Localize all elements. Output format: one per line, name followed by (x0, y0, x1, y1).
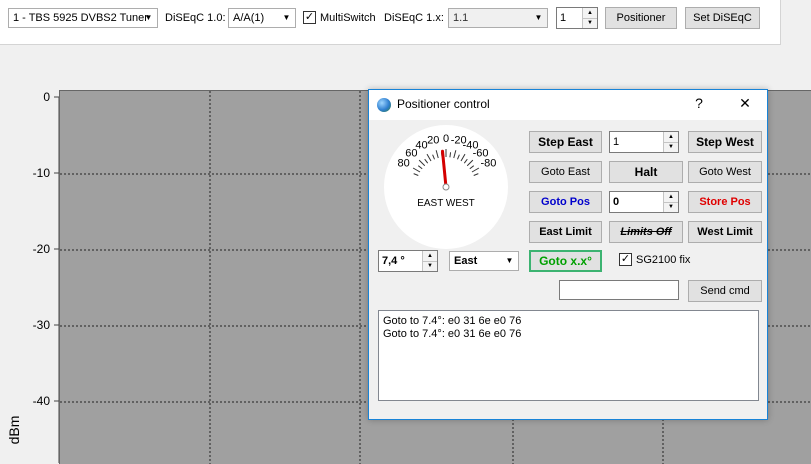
store-pos-button[interactable]: Store Pos (688, 191, 762, 213)
spin-up-icon[interactable]: ▲ (664, 132, 678, 142)
gauge-caption: EAST WEST (417, 198, 475, 209)
diseqc10-select[interactable]: A/A(1) ▼ (228, 8, 296, 28)
y-axis-label: dBm (6, 415, 22, 445)
positioner-dialog: Positioner control ? ✕ 80 60 40 20 0 -20… (368, 89, 768, 420)
spin-up-icon[interactable]: ▲ (583, 8, 597, 18)
toolbar: 1 - TBS 5925 DVBS2 Tuner ▼ DiSEqC 1.0: A… (0, 0, 781, 45)
chevron-down-icon: ▼ (534, 13, 543, 22)
diseqc1x-select-value: 1.1 (453, 12, 469, 24)
position-value: 0 (613, 196, 620, 208)
west-limit-button[interactable]: West Limit (688, 221, 762, 243)
y-axis: 0 -10 -20 -30 -40 (0, 90, 50, 463)
spin-up-icon[interactable]: ▲ (664, 192, 678, 202)
diseqc1x-spinner[interactable]: 1 ▲ ▼ (556, 7, 598, 29)
angle-value: 7,4 ° (382, 255, 405, 267)
gauge-label: -80 (480, 158, 496, 170)
y-tick: -20 (32, 242, 50, 256)
goto-pos-button[interactable]: Goto Pos (529, 191, 602, 213)
multiswitch-label: MultiSwitch (320, 12, 376, 24)
sg2100-label: SG2100 fix (636, 254, 691, 266)
positioner-button[interactable]: Positioner (605, 7, 677, 29)
chevron-down-icon: ▼ (505, 256, 514, 265)
gauge-pivot (442, 183, 450, 191)
spin-down-icon[interactable]: ▼ (423, 261, 437, 271)
log-line: Goto to 7.4°: e0 31 6e e0 76 (383, 328, 522, 340)
position-gauge: 80 60 40 20 0 -20 -40 -60 -80 EAST WEST (383, 124, 509, 250)
y-tick: -10 (32, 166, 50, 180)
send-cmd-button[interactable]: Send cmd (688, 280, 762, 302)
y-tick: -40 (32, 394, 50, 408)
y-tick: -30 (32, 318, 50, 332)
help-button[interactable]: ? (689, 95, 709, 111)
diseqc1x-label: DiSEqC 1.x: (384, 12, 444, 24)
close-button[interactable]: ✕ (735, 95, 755, 112)
multiswitch-checkbox[interactable]: ✓ (303, 11, 316, 24)
y-tick: 0 (43, 90, 50, 104)
limits-off-button[interactable]: Limits Off (609, 221, 683, 243)
halt-button[interactable]: Halt (609, 161, 683, 183)
goto-east-button[interactable]: Goto East (529, 161, 602, 183)
diseqc1x-select[interactable]: 1.1 ▼ (448, 8, 548, 28)
spin-down-icon[interactable]: ▼ (583, 18, 597, 28)
diseqc10-label: DiSEqC 1.0: (165, 12, 226, 24)
gauge-label: 20 (427, 135, 439, 147)
gauge-dial: 80 60 40 20 0 -20 -40 -60 -80 EAST WEST (384, 125, 508, 249)
tuner-select[interactable]: 1 - TBS 5925 DVBS2 Tuner ▼ (8, 8, 158, 28)
dialog-title: Positioner control (397, 97, 490, 111)
diseqc1x-spinner-value: 1 (560, 12, 567, 24)
goto-angle-button[interactable]: Goto x.x° (529, 250, 602, 272)
gauge-label: 40 (415, 140, 427, 152)
position-spinner[interactable]: 0 ▲ ▼ (609, 191, 679, 213)
set-diseqc-button[interactable]: Set DiSEqC (685, 7, 760, 29)
chevron-down-icon: ▼ (144, 13, 153, 22)
globe-icon (377, 98, 391, 112)
spin-down-icon[interactable]: ▼ (664, 202, 678, 212)
command-input[interactable] (559, 280, 679, 300)
step-size-spinner[interactable]: 1 ▲ ▼ (609, 131, 679, 153)
chevron-down-icon: ▼ (282, 13, 291, 22)
gauge-label: 0 (443, 133, 449, 145)
gauge-tick (449, 152, 452, 158)
spin-down-icon[interactable]: ▼ (664, 142, 678, 152)
dialog-titlebar[interactable]: Positioner control ? ✕ (369, 90, 767, 120)
step-west-button[interactable]: Step West (688, 131, 762, 153)
tuner-select-value: 1 - TBS 5925 DVBS2 Tuner (13, 12, 148, 24)
diseqc10-select-value: A/A(1) (233, 12, 265, 24)
step-size-value: 1 (613, 136, 620, 148)
direction-value: East (454, 255, 478, 267)
log-line: Goto to 7.4°: e0 31 6e e0 76 (383, 315, 522, 327)
sg2100-checkbox[interactable]: ✓ (619, 253, 632, 266)
goto-west-button[interactable]: Goto West (688, 161, 762, 183)
direction-select[interactable]: East ▼ (449, 251, 519, 271)
spin-up-icon[interactable]: ▲ (423, 251, 437, 261)
step-east-button[interactable]: Step East (529, 131, 602, 153)
log-output[interactable]: Goto to 7.4°: e0 31 6e e0 76 Goto to 7.4… (378, 310, 759, 401)
angle-spinner[interactable]: 7,4 ° ▲ ▼ (378, 250, 438, 272)
east-limit-button[interactable]: East Limit (529, 221, 602, 243)
